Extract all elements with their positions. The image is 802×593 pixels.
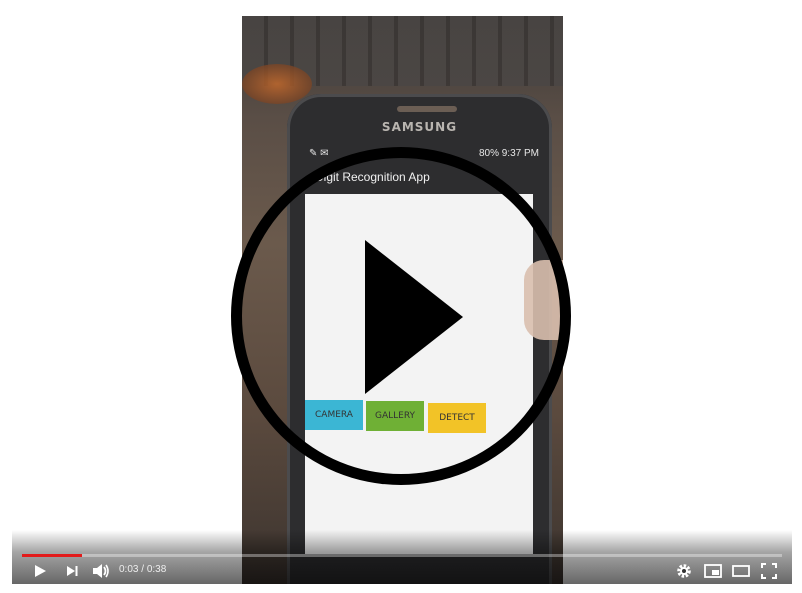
volume-button[interactable] — [90, 562, 112, 580]
next-button[interactable] — [62, 562, 82, 580]
settings-button[interactable] — [674, 562, 694, 580]
time-separator: / — [138, 564, 147, 575]
fullscreen-button[interactable] — [758, 562, 780, 580]
status-time: 9:37 PM — [501, 148, 539, 159]
status-icons: ✎ ✉ — [309, 148, 329, 159]
miniplayer-button[interactable] — [702, 562, 724, 580]
phone-brand: SAMSUNG — [381, 120, 458, 134]
play-icon — [33, 564, 47, 578]
play-icon[interactable] — [365, 240, 463, 394]
next-icon — [65, 564, 79, 578]
battery-level: 80% — [478, 148, 499, 159]
time-display: 0:03 / 0:38 — [119, 564, 166, 575]
time-total: 0:38 — [146, 564, 167, 575]
play-control-button[interactable] — [30, 562, 50, 580]
fullscreen-icon — [761, 563, 777, 579]
status-right: 80% 9:37 PM — [479, 148, 539, 159]
phone-speaker — [397, 106, 457, 112]
miniplayer-icon — [704, 564, 722, 578]
progress-fill — [22, 554, 83, 557]
volume-icon — [92, 563, 110, 579]
theater-icon — [732, 565, 750, 577]
time-current: 0:03 — [119, 564, 139, 575]
background-object — [242, 64, 312, 104]
player-controls: 0:03 / 0:38 — [12, 530, 792, 584]
progress-bar[interactable] — [22, 554, 782, 557]
gear-icon — [676, 563, 692, 579]
theater-button[interactable] — [730, 562, 752, 580]
